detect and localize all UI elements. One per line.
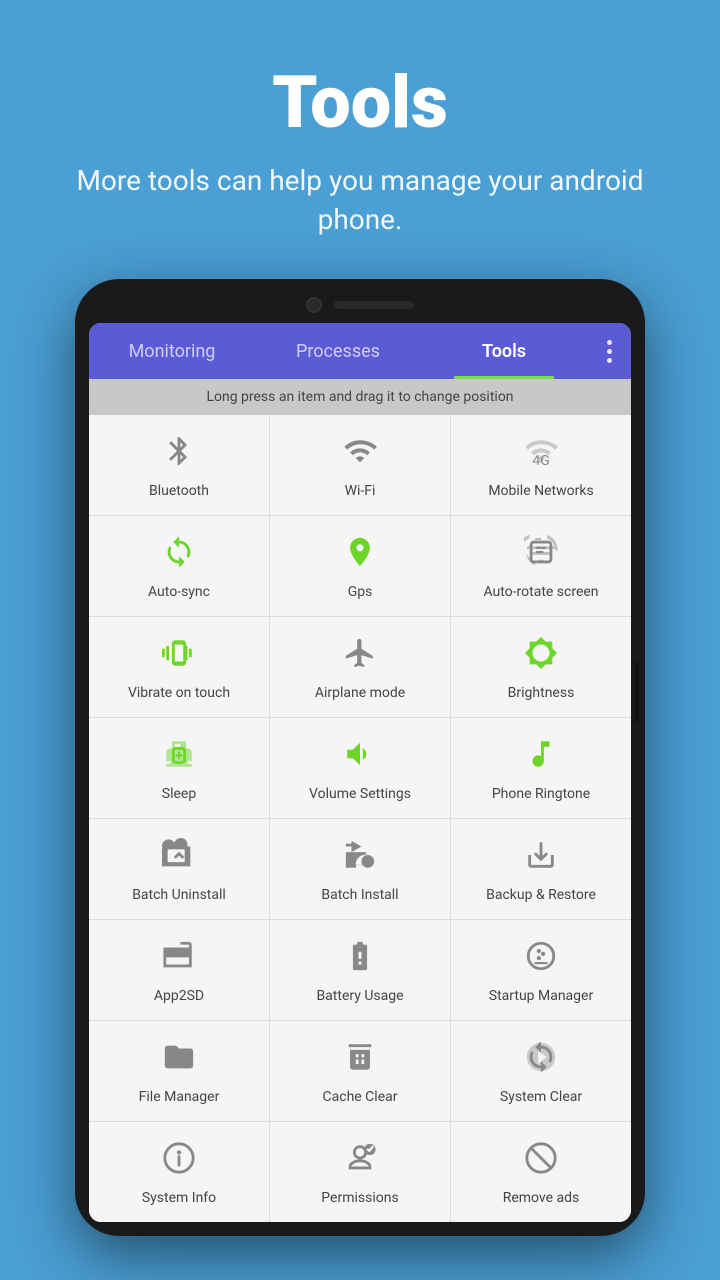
tool-app2sd-label: App2SD [154,987,204,1005]
system-clear-icon [524,1040,558,1080]
autorotate-icon [524,535,558,575]
page-subtitle: More tools can help you manage your andr… [40,161,680,239]
tool-airplane[interactable]: Airplane mode [270,617,450,717]
phone-notch [89,297,631,313]
tool-brightness[interactable]: Brightness [451,617,631,717]
svg-text:4G: 4G [532,453,550,468]
battery-icon [343,939,377,979]
tool-bluetooth-label: Bluetooth [149,482,209,500]
tool-volume-label: Volume Settings [309,785,411,803]
tool-gps[interactable]: Gps [270,516,450,616]
tool-vibrate-label: Vibrate on touch [128,684,230,702]
tool-batch-uninstall-label: Batch Uninstall [132,886,226,904]
tools-grid: Bluetooth Wi-Fi 4G Mobile Networks [89,415,631,1222]
tool-permissions-label: Permissions [321,1189,398,1207]
tool-sleep-label: Sleep [162,785,196,803]
ringtone-icon [524,737,558,777]
header-section: Tools More tools can help you manage you… [0,0,720,269]
tool-permissions[interactable]: Permissions [270,1122,450,1222]
permissions-icon [343,1141,377,1181]
tool-system-clear[interactable]: System Clear [451,1021,631,1121]
tool-autosync-label: Auto-sync [148,583,210,601]
tool-airplane-label: Airplane mode [315,684,405,702]
batch-install-icon [343,838,377,878]
camera-icon [306,297,322,313]
tab-bar: Monitoring Processes Tools [89,323,631,379]
bluetooth-icon [162,434,196,474]
tool-batch-install-label: Batch Install [321,886,398,904]
tool-system-clear-label: System Clear [500,1088,582,1106]
mobile-networks-icon: 4G [524,434,558,474]
backup-icon [524,838,558,878]
tool-cache-clear-label: Cache Clear [323,1088,398,1106]
tool-autorotate[interactable]: Auto-rotate screen [451,516,631,616]
tool-mobile-networks[interactable]: 4G Mobile Networks [451,415,631,515]
brightness-icon [524,636,558,676]
tool-gps-label: Gps [348,583,373,601]
scrollbar [635,662,639,722]
tool-wifi[interactable]: Wi-Fi [270,415,450,515]
page-title: Tools [272,60,448,145]
phone-screen: Monitoring Processes Tools [89,323,631,1222]
system-info-icon [162,1141,196,1181]
tool-startup[interactable]: Startup Manager [451,920,631,1020]
gps-icon [343,535,377,575]
tool-backup[interactable]: Backup & Restore [451,819,631,919]
tool-system-info[interactable]: System Info [89,1122,269,1222]
tool-battery[interactable]: Battery Usage [270,920,450,1020]
tool-autosync[interactable]: Auto-sync [89,516,269,616]
tool-ringtone-label: Phone Ringtone [492,785,590,803]
tool-startup-label: Startup Manager [489,987,593,1005]
phone-frame-wrapper: Monitoring Processes Tools [75,279,645,1236]
tool-brightness-label: Brightness [508,684,575,702]
tool-volume[interactable]: Volume Settings [270,718,450,818]
tool-backup-label: Backup & Restore [486,886,596,904]
menu-button[interactable] [587,323,631,379]
cache-clear-icon [343,1040,377,1080]
vibrate-icon [162,636,196,676]
tool-bluetooth[interactable]: Bluetooth [89,415,269,515]
startup-icon [524,939,558,979]
tool-file-manager-label: File Manager [139,1088,220,1106]
tool-battery-label: Battery Usage [316,987,403,1005]
tool-remove-ads-label: Remove ads [503,1189,580,1207]
hint-bar: Long press an item and drag it to change… [89,379,631,415]
tool-system-info-label: System Info [142,1189,216,1207]
tab-tools[interactable]: Tools [421,323,587,379]
tool-cache-clear[interactable]: Cache Clear [270,1021,450,1121]
batch-uninstall-icon [162,838,196,878]
file-manager-icon [162,1040,196,1080]
tool-app2sd[interactable]: App2SD [89,920,269,1020]
tool-ringtone[interactable]: Phone Ringtone [451,718,631,818]
sleep-icon [162,737,196,777]
app2sd-icon [162,939,196,979]
speaker [334,301,414,309]
tool-autorotate-label: Auto-rotate screen [483,583,598,601]
three-dots-icon [607,340,612,363]
phone-frame: Monitoring Processes Tools [75,279,645,1236]
tool-remove-ads[interactable]: Remove ads [451,1122,631,1222]
remove-ads-icon [524,1141,558,1181]
autosync-icon [162,535,196,575]
tab-processes[interactable]: Processes [255,323,421,379]
volume-icon [343,737,377,777]
tab-monitoring[interactable]: Monitoring [89,323,255,379]
tool-mobile-networks-label: Mobile Networks [488,482,593,500]
tool-file-manager[interactable]: File Manager [89,1021,269,1121]
tool-batch-install[interactable]: Batch Install [270,819,450,919]
wifi-icon [343,434,377,474]
airplane-icon [343,636,377,676]
tool-batch-uninstall[interactable]: Batch Uninstall [89,819,269,919]
tool-wifi-label: Wi-Fi [345,482,376,500]
tool-sleep[interactable]: Sleep [89,718,269,818]
tool-vibrate[interactable]: Vibrate on touch [89,617,269,717]
